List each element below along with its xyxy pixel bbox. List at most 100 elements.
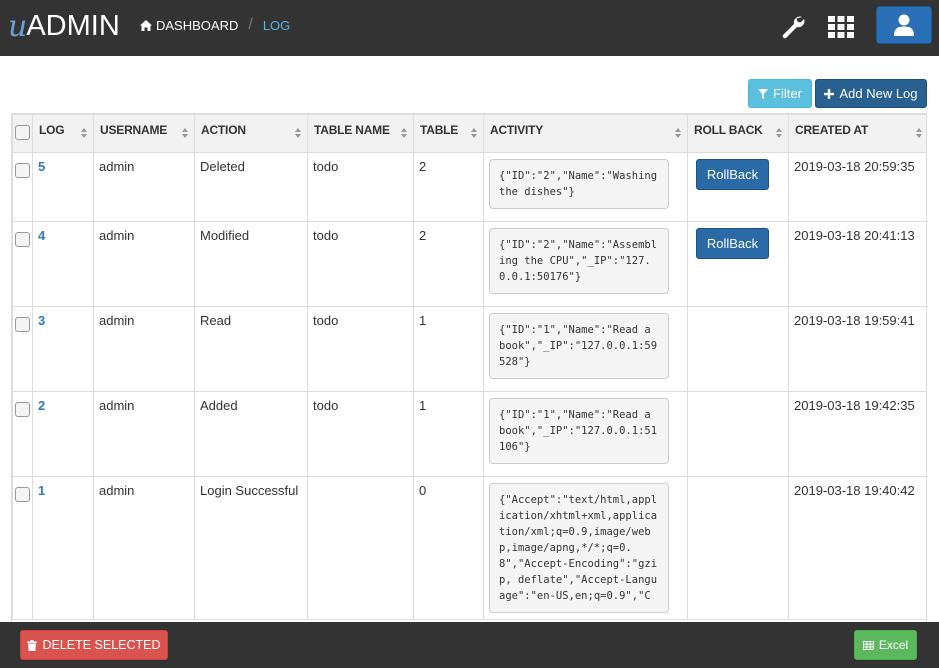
filter-button[interactable]: Filter (748, 79, 812, 108)
username-cell: admin (93, 306, 195, 392)
table-row: 4 admin Modified todo 2 {"ID":"2","Name"… (12, 221, 926, 307)
log-id-cell: 2 (32, 391, 94, 477)
sort-icon (916, 128, 922, 138)
filter-button-label: Filter (773, 86, 802, 101)
created-at-cell: 2019-03-18 20:59:35 (788, 152, 926, 222)
col-header-username[interactable]: USERNAME (93, 114, 195, 153)
row-select-cell (12, 152, 33, 222)
log-table: LOG USERNAME ACTION TABLE NAME TABLE ACT… (12, 114, 926, 620)
row-checkbox[interactable] (15, 487, 30, 502)
table-row: 2 admin Added todo 1 {"ID":"1","Name":"R… (12, 391, 926, 477)
table-cell: 2 (413, 152, 484, 222)
breadcrumb-separator: / (248, 16, 253, 33)
col-header-activity[interactable]: ACTIVITY (483, 114, 688, 153)
activity-cell: {"ID":"1","Name":"Read a book","_IP":"12… (483, 391, 688, 477)
logo[interactable]: u ADMIN (8, 6, 120, 46)
col-header-created-at[interactable]: CREATED AT (788, 114, 926, 153)
action-cell: Deleted (194, 152, 308, 222)
rollback-cell (687, 306, 789, 392)
col-header-table-name[interactable]: TABLE NAME (307, 114, 414, 153)
created-at-cell: 2019-03-18 19:40:42 (788, 476, 926, 620)
table-name-cell: todo (307, 391, 414, 477)
excel-export-button[interactable]: Excel (854, 630, 917, 660)
breadcrumb-dashboard-label: DASHBOARD (156, 17, 239, 33)
table-cell: 1 (413, 391, 484, 477)
rollback-cell: RollBack (687, 221, 789, 307)
rollback-button[interactable]: RollBack (696, 228, 769, 259)
table-name-cell: todo (307, 152, 414, 222)
top-navbar: u ADMIN DASHBOARD / LOG (0, 0, 939, 56)
select-all-checkbox[interactable] (15, 125, 30, 140)
sort-icon (675, 128, 681, 138)
activity-cell: {"ID":"2","Name":"Washing the dishes"} (483, 152, 688, 222)
rollback-cell: RollBack (687, 152, 789, 222)
home-icon (140, 19, 152, 31)
breadcrumb-dashboard[interactable]: DASHBOARD (140, 18, 238, 33)
col-header-action[interactable]: ACTION (194, 114, 308, 153)
activity-box: {"ID":"2","Name":"Assembling the CPU","_… (489, 228, 669, 294)
created-at-cell: 2019-03-18 19:59:41 (788, 306, 926, 392)
delete-selected-button[interactable]: DELETE SELECTED (20, 630, 168, 660)
sort-icon (81, 128, 87, 138)
select-all-cell (12, 114, 33, 153)
breadcrumb-current: LOG (262, 17, 291, 33)
sort-icon (295, 128, 301, 138)
sort-icon (182, 128, 188, 138)
row-checkbox[interactable] (15, 232, 30, 247)
trash-icon (27, 639, 38, 651)
sort-icon (776, 128, 782, 138)
settings-button[interactable] (778, 12, 808, 42)
table-name-cell: todo (307, 306, 414, 392)
rollback-button[interactable]: RollBack (696, 159, 769, 190)
plus-icon (824, 88, 835, 99)
activity-box: {"Accept":"text/html,application/xhtml+x… (489, 483, 669, 613)
rollback-cell (687, 476, 789, 620)
log-id-cell: 5 (32, 152, 94, 222)
col-header-table[interactable]: TABLE (413, 114, 484, 153)
log-id-link[interactable]: 3 (38, 313, 45, 328)
col-header-roll-back[interactable]: ROLL BACK (687, 114, 789, 153)
row-checkbox[interactable] (15, 163, 30, 178)
username-cell: admin (93, 152, 195, 222)
apps-grid-button[interactable] (826, 12, 856, 42)
username-cell: admin (93, 391, 195, 477)
table-row: 3 admin Read todo 1 {"ID":"1","Name":"Re… (12, 306, 926, 392)
logo-u: u (8, 8, 27, 44)
log-id-cell: 4 (32, 221, 94, 307)
activity-box: {"ID":"2","Name":"Washing the dishes"} (489, 159, 669, 209)
log-id-link[interactable]: 4 (38, 228, 45, 243)
table-header-row: LOG USERNAME ACTION TABLE NAME TABLE ACT… (12, 114, 926, 153)
action-cell: Modified (194, 221, 308, 307)
activity-cell: {"ID":"2","Name":"Assembling the CPU","_… (483, 221, 688, 307)
row-checkbox[interactable] (15, 402, 30, 417)
row-select-cell (12, 476, 33, 620)
sort-icon (401, 128, 407, 138)
filter-icon (758, 88, 769, 99)
table-cell: 0 (413, 476, 484, 620)
action-cell: Added (194, 391, 308, 477)
table-name-cell: todo (307, 221, 414, 307)
username-cell: admin (93, 476, 195, 620)
user-icon (894, 14, 914, 36)
table-cell: 2 (413, 221, 484, 307)
sort-icon (471, 128, 477, 138)
log-id-link[interactable]: 2 (38, 398, 45, 413)
log-id-cell: 1 (32, 476, 94, 620)
row-checkbox[interactable] (15, 317, 30, 332)
rollback-cell (687, 391, 789, 477)
log-table-container[interactable]: LOG USERNAME ACTION TABLE NAME TABLE ACT… (11, 113, 927, 622)
grid-icon (828, 16, 854, 38)
add-new-log-button[interactable]: Add New Log (815, 79, 927, 108)
wrench-icon (782, 16, 805, 39)
col-header-log[interactable]: LOG (32, 114, 94, 153)
log-id-cell: 3 (32, 306, 94, 392)
row-select-cell (12, 221, 33, 307)
table-row: 5 admin Deleted todo 2 {"ID":"2","Name":… (12, 152, 926, 222)
excel-export-label: Excel (878, 638, 909, 652)
table-icon (862, 640, 874, 650)
user-menu-button[interactable] (876, 6, 932, 44)
activity-cell: {"Accept":"text/html,application/xhtml+x… (483, 476, 688, 620)
username-cell: admin (93, 221, 195, 307)
log-id-link[interactable]: 5 (38, 159, 45, 174)
log-id-link[interactable]: 1 (38, 483, 45, 498)
